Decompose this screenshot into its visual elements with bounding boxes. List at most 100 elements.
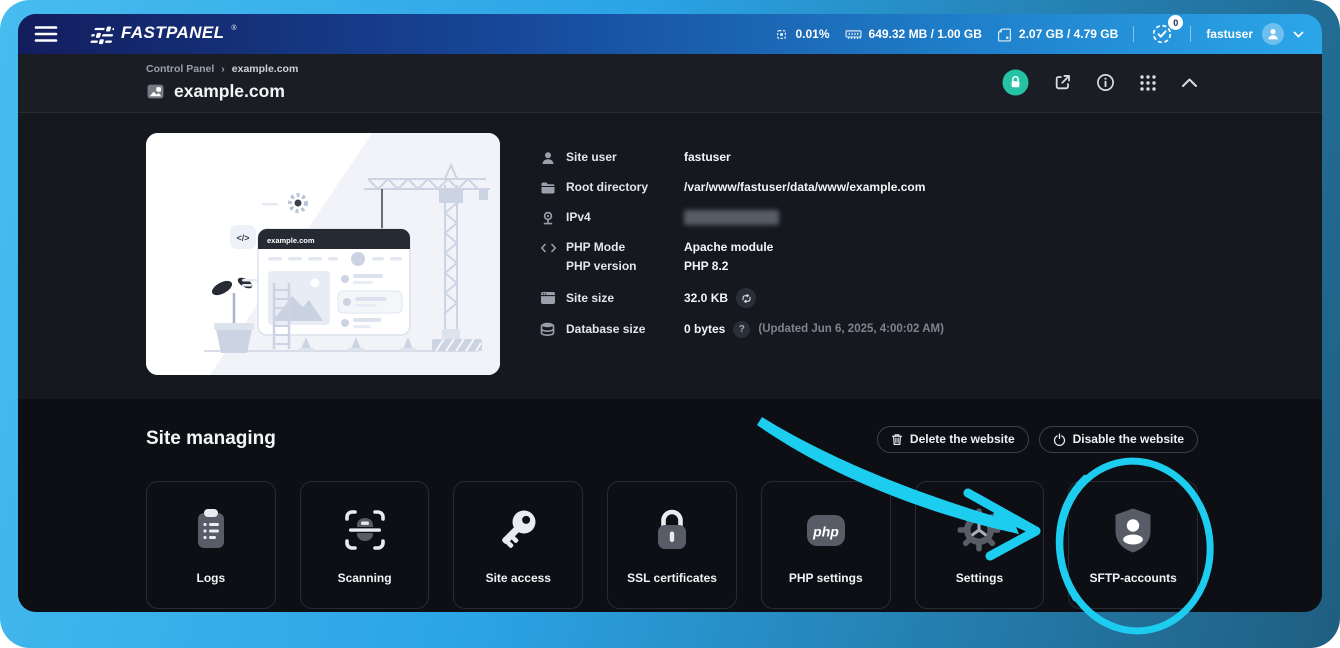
- info-value: PHP 8.2: [684, 258, 728, 275]
- trash-icon: [891, 433, 903, 446]
- folder-icon: [540, 180, 566, 196]
- gear-icon: [951, 502, 1007, 558]
- topbar-divider-2: [1190, 26, 1191, 42]
- topbar-divider: [1133, 26, 1134, 42]
- memory-usage-stat: 649.32 MB / 1.00 GB: [845, 27, 982, 41]
- php-icon: php: [798, 502, 854, 558]
- window-frame: FASTPANEL ® 0.01% 649.32 MB / 1.00 GB: [0, 0, 1340, 648]
- scan-icon: [337, 502, 393, 558]
- site-image-icon: [146, 82, 165, 101]
- svg-text:php: php: [812, 524, 839, 540]
- cpu-usage-stat: 0.01%: [774, 27, 830, 42]
- disable-website-button[interactable]: Disable the website: [1039, 426, 1198, 453]
- info-row-php-version: PHP version PHP 8.2: [540, 258, 1198, 275]
- info-row-ipv4: IPv4: [540, 209, 1198, 226]
- info-row-site-size: Site size 32.0 KB: [540, 288, 1198, 308]
- location-icon: [540, 210, 566, 226]
- brand-name: FASTPANEL: [121, 23, 224, 43]
- disk-icon: [997, 27, 1012, 42]
- info-button[interactable]: [1096, 73, 1115, 92]
- info-label: Site size: [566, 290, 684, 307]
- disk-usage-value: 2.07 GB / 4.79 GB: [1019, 27, 1118, 41]
- ipv4-redacted-value: [684, 210, 779, 225]
- lock-icon: [644, 502, 700, 558]
- info-row-root-directory: Root directory /var/www/fastuser/data/ww…: [540, 179, 1198, 196]
- memory-usage-value: 649.32 MB / 1.00 GB: [869, 27, 982, 41]
- page-title: example.com: [174, 81, 285, 102]
- grid-icon: [1139, 74, 1157, 92]
- disk-usage-stat: 2.07 GB / 4.79 GB: [997, 27, 1118, 42]
- shield-user-icon: [1105, 502, 1161, 558]
- tile-logs[interactable]: Logs: [146, 481, 276, 609]
- browser-icon: [540, 291, 566, 305]
- info-value: /var/www/fastuser/data/www/example.com: [684, 179, 925, 196]
- refresh-icon: [741, 293, 752, 304]
- managing-tiles: Logs Scanning Site access SSL certificat…: [146, 481, 1198, 609]
- hamburger-icon: [34, 25, 58, 43]
- info-label: Site user: [566, 149, 684, 166]
- collapse-button[interactable]: [1181, 77, 1198, 88]
- ssl-status-badge[interactable]: [1002, 69, 1029, 96]
- ram-icon: [845, 28, 862, 41]
- code-icon: [540, 241, 566, 255]
- sliders-icon: [84, 26, 114, 46]
- user-menu[interactable]: fastuser: [1206, 23, 1304, 45]
- tile-php-settings[interactable]: php PHP settings: [761, 481, 891, 609]
- tile-scanning[interactable]: Scanning: [300, 481, 430, 609]
- site-managing-section: Site managing Delete the website Disable…: [18, 399, 1322, 612]
- tile-ssl-certificates[interactable]: SSL certificates: [607, 481, 737, 609]
- apps-grid-button[interactable]: [1139, 74, 1157, 92]
- info-label: Root directory: [566, 179, 684, 196]
- logs-icon: [183, 502, 239, 558]
- breadcrumb: Control Panel › example.com: [146, 63, 298, 75]
- breadcrumb-separator: ›: [221, 63, 225, 75]
- avatar: [1262, 23, 1284, 45]
- tasks-button[interactable]: 0: [1149, 21, 1175, 47]
- fastpanel-logo[interactable]: FASTPANEL ®: [84, 23, 237, 46]
- cpu-usage-value: 0.01%: [796, 27, 830, 41]
- tile-sftp-accounts[interactable]: SFTP-accounts: [1068, 481, 1198, 609]
- open-website-button[interactable]: [1053, 73, 1072, 92]
- database-icon: [540, 322, 566, 338]
- delete-website-button[interactable]: Delete the website: [877, 426, 1029, 453]
- registered-mark: ®: [231, 25, 236, 32]
- section-title: Site managing: [146, 428, 276, 450]
- menu-button[interactable]: [30, 21, 62, 47]
- power-icon: [1053, 433, 1066, 446]
- info-value: 32.0 KB: [684, 290, 728, 307]
- breadcrumb-control-panel[interactable]: Control Panel: [146, 63, 214, 75]
- info-label: PHP Mode: [566, 239, 684, 256]
- username: fastuser: [1206, 27, 1253, 41]
- tile-site-access[interactable]: Site access: [453, 481, 583, 609]
- topbar: FASTPANEL ® 0.01% 649.32 MB / 1.00 GB: [18, 14, 1322, 54]
- chevron-down-icon: [1293, 31, 1304, 38]
- database-updated-note: (Updated Jun 6, 2025, 4:00:02 AM): [758, 321, 944, 338]
- info-row-site-user: Site user fastuser: [540, 149, 1198, 166]
- key-icon: [490, 502, 546, 558]
- info-value: Apache module: [684, 239, 773, 256]
- code-deco-icon: </>: [236, 233, 249, 243]
- page-header: Control Panel › example.com example.com: [18, 54, 1322, 113]
- info-label: IPv4: [566, 209, 684, 226]
- site-info-section: example.com: [18, 113, 1322, 399]
- external-link-icon: [1053, 73, 1072, 92]
- chevron-up-icon: [1181, 77, 1198, 88]
- illustration-domain: example.com: [267, 236, 315, 245]
- info-row-database-size: Database size 0 bytes ? (Updated Jun 6, …: [540, 321, 1198, 338]
- recalculate-size-button[interactable]: [736, 288, 756, 308]
- info-label: PHP version: [566, 258, 684, 275]
- cpu-icon: [774, 27, 789, 42]
- info-value: fastuser: [684, 149, 731, 166]
- info-row-php-mode: PHP Mode Apache module: [540, 239, 1198, 256]
- info-label: Database size: [566, 321, 684, 338]
- tile-settings[interactable]: Settings: [915, 481, 1045, 609]
- user-icon: [540, 150, 566, 166]
- tasks-badge: 0: [1168, 15, 1183, 30]
- info-value: 0 bytes: [684, 321, 725, 338]
- site-illustration: example.com: [146, 133, 500, 375]
- database-help-button[interactable]: ?: [733, 321, 750, 338]
- app-window: FASTPANEL ® 0.01% 649.32 MB / 1.00 GB: [18, 14, 1322, 612]
- info-icon: [1096, 73, 1115, 92]
- site-info-list: Site user fastuser Root directory /var/w…: [540, 133, 1198, 375]
- breadcrumb-current: example.com: [232, 63, 299, 75]
